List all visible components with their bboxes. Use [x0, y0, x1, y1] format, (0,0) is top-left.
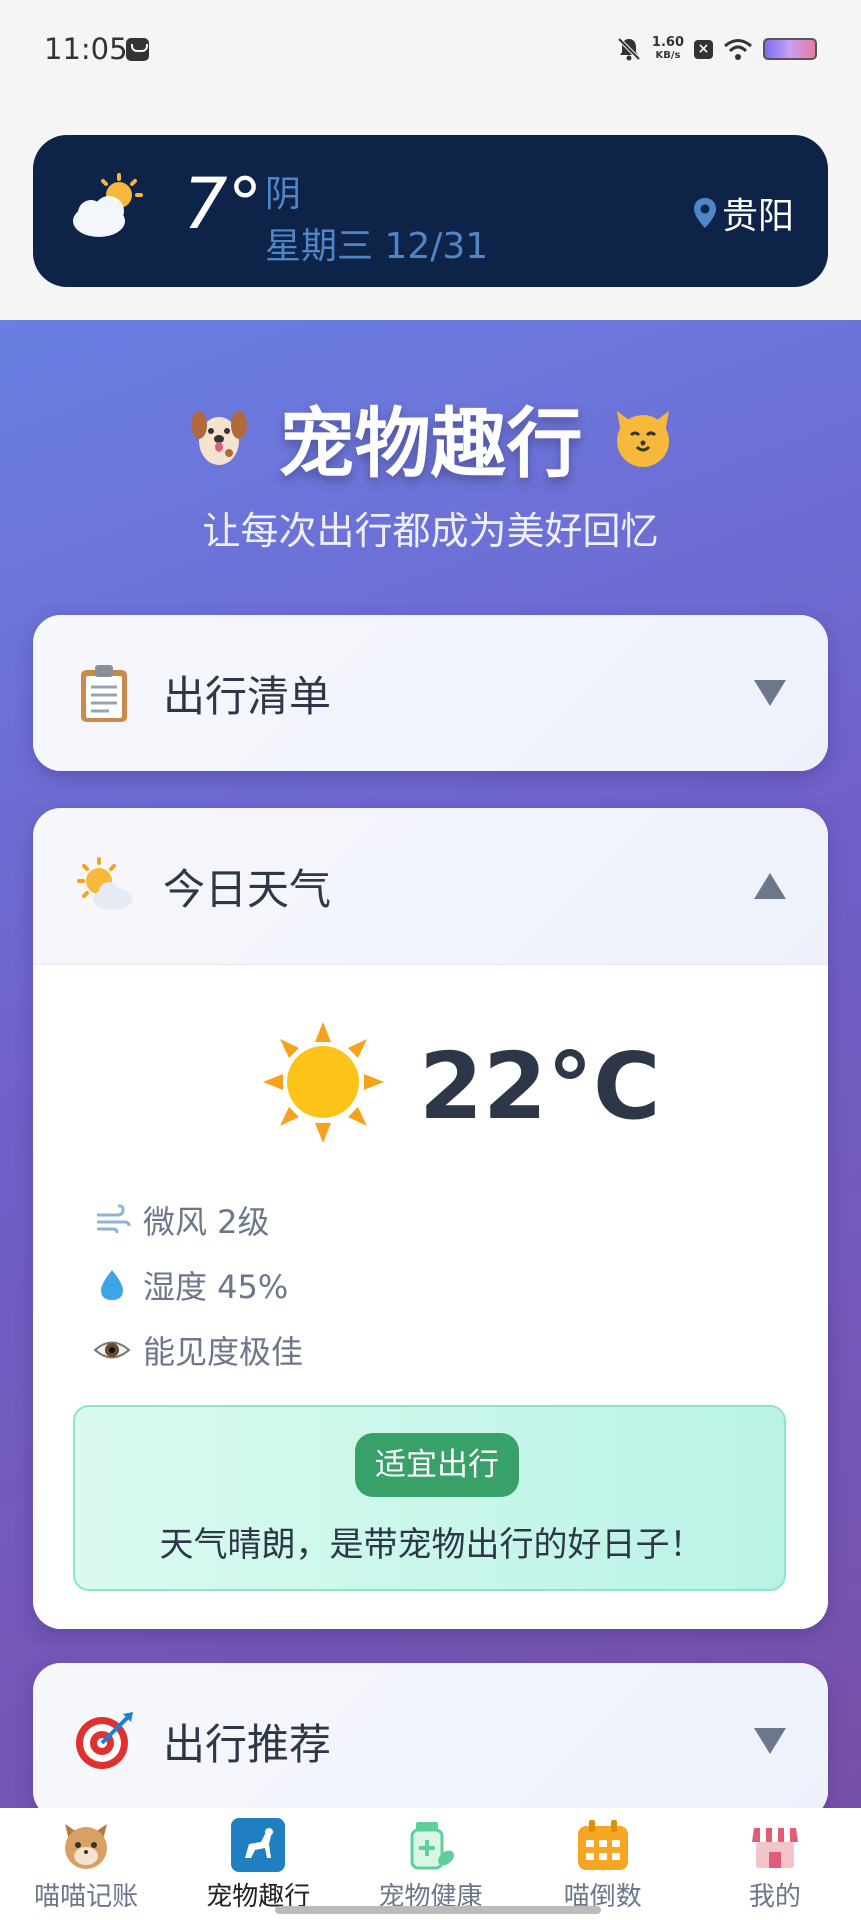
humidity-text: 湿度 45% [143, 1268, 289, 1306]
weather-detail-visibility: 能见度极佳 [93, 1327, 303, 1373]
checklist-card: 出行清单 [33, 615, 828, 771]
widget-location[interactable]: 贵阳 [693, 187, 794, 239]
nav-item-pet-health[interactable]: 宠物健康 [344, 1808, 516, 1920]
checklist-header[interactable]: 出行清单 [33, 615, 828, 771]
chevron-down-icon[interactable] [754, 1728, 786, 1754]
nav-label: 喵喵记账 [34, 1882, 139, 1912]
calendar-icon [577, 1820, 628, 1870]
dog-walk-icon [231, 1818, 286, 1872]
bottom-nav: 喵喵记账 宠物趣行 宠物健康 喵倒数 我的 [0, 1808, 861, 1920]
checklist-label: 出行清单 [163, 671, 332, 721]
cat-emoji-icon [616, 411, 669, 467]
recommend-label: 出行推荐 [163, 1719, 332, 1769]
visibility-text: 能见度极佳 [143, 1333, 304, 1371]
nav-item-pet-travel[interactable]: 宠物趣行 [172, 1808, 344, 1920]
wind-text: 微风 2级 [143, 1203, 270, 1241]
partly-cloudy-icon [73, 173, 143, 237]
hero-title-row: 宠物趣行 [0, 382, 861, 492]
status-time: 11:05 [44, 32, 128, 66]
battery-icon [763, 38, 817, 60]
bell-muted-icon [617, 37, 641, 61]
sun-cloud-icon [77, 857, 133, 910]
status-icons: 1.60 KB/s × [616, 32, 817, 66]
wind-icon [97, 1204, 131, 1234]
weather-detail-wind: 微风 2级 [93, 1197, 270, 1243]
nav-item-profile[interactable]: 我的 [689, 1808, 861, 1920]
hero-subtitle: 让每次出行都成为美好回忆 [202, 509, 659, 553]
travel-advice-badge: 适宜出行 [355, 1433, 519, 1497]
home-indicator[interactable] [275, 1906, 601, 1914]
dog-emoji-icon [190, 411, 247, 465]
medicine-icon [410, 1822, 454, 1870]
recommend-header[interactable]: 出行推荐 [33, 1663, 828, 1819]
message-icon [126, 38, 149, 61]
today-temperature: 22°C [419, 1033, 661, 1140]
nav-item-countdown[interactable]: 喵倒数 [517, 1808, 689, 1920]
today-weather-body: 22°C 微风 2级 湿度 45% 能见度极佳 适宜出行 天气晴朗，是带宠物出行… [33, 964, 828, 1629]
chevron-down-icon[interactable] [754, 680, 786, 706]
today-weather-label: 今日天气 [163, 864, 332, 914]
widget-city: 贵阳 [721, 196, 794, 237]
shop-icon [751, 1828, 798, 1868]
droplet-icon [101, 1270, 123, 1300]
eye-icon [93, 1341, 131, 1359]
recommend-card: 出行推荐 [33, 1663, 828, 1819]
clipboard-icon [81, 665, 127, 722]
close-box-icon: × [694, 39, 713, 59]
today-weather-card: 今日天气 22°C 微风 2级 湿度 45% 能见度极佳 适宜出行 天气晴朗，是… [33, 808, 828, 1629]
weather-detail-humidity: 湿度 45% [93, 1262, 288, 1308]
hero-title: 宠物趣行 [278, 399, 583, 488]
chevron-up-icon[interactable] [754, 873, 786, 899]
widget-temperature: 7° [183, 163, 263, 245]
target-icon [76, 1712, 133, 1769]
travel-advice-text: 天气晴朗，是带宠物出行的好日子！ [159, 1525, 704, 1565]
status-bar: 11:05 1.60 KB/s × [0, 0, 861, 100]
location-pin-icon [693, 198, 716, 228]
nav-label: 我的 [748, 1882, 801, 1912]
net-speed-value: 1.60 [651, 35, 684, 50]
wifi-icon [724, 39, 752, 60]
travel-advice-box: 适宜出行 天气晴朗，是带宠物出行的好日子！ [73, 1405, 786, 1591]
weather-widget[interactable]: 7° 阴 星期三 12/31 贵阳 [33, 135, 828, 287]
nav-item-accounting[interactable]: 喵喵记账 [0, 1808, 172, 1920]
sun-icon [263, 1022, 384, 1143]
widget-condition: 阴 [265, 174, 302, 215]
net-speed-unit: KB/s [655, 50, 681, 61]
cat-face-icon [65, 1824, 108, 1869]
network-speed: 1.60 KB/s [652, 36, 684, 62]
main-content: 宠物趣行 让每次出行都成为美好回忆 出行清单 今日天气 22°C 微风 2级 湿… [0, 320, 861, 1819]
today-weather-header[interactable]: 今日天气 [33, 808, 828, 964]
widget-date: 星期三 12/31 [265, 226, 489, 267]
